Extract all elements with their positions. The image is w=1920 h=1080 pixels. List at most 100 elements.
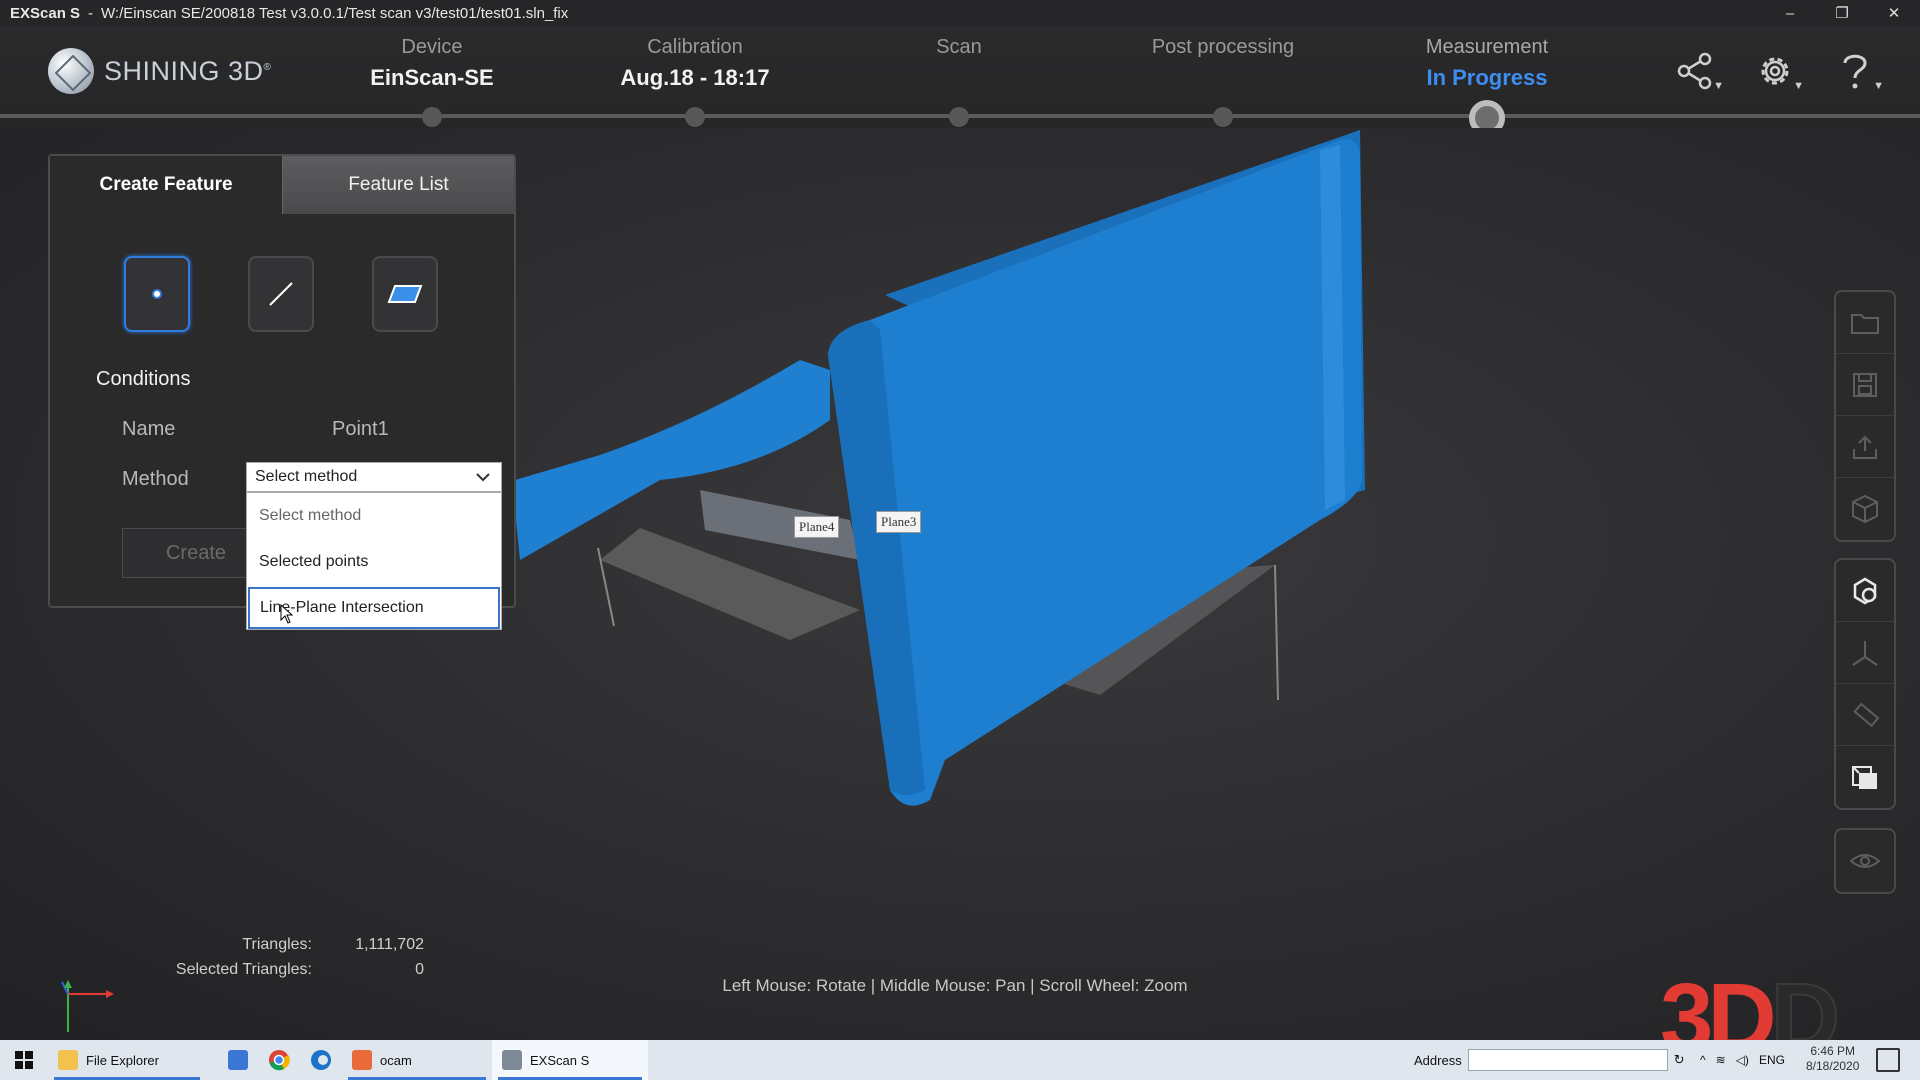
view-toolbar [1834, 558, 1896, 810]
workflow-steps: Device EinScan-SE Calibration Aug.18 - 1… [0, 26, 1920, 136]
network-icon[interactable]: ≋ [1716, 1053, 1726, 1067]
axes-icon[interactable] [1836, 622, 1894, 684]
step-dot [1213, 107, 1233, 127]
eye-icon[interactable] [1836, 830, 1894, 892]
step-dot [949, 107, 969, 127]
step-scan[interactable]: Scan [849, 36, 1069, 93]
address-label: Address [1414, 1052, 1462, 1068]
help-icon[interactable]: ▼ [1830, 48, 1884, 94]
window-file-path: W:/Einscan SE/200818 Test v3.0.0.1/Test … [101, 4, 569, 22]
address-input[interactable] [1467, 1049, 1668, 1071]
feature-tabs: Create Feature Feature List [50, 156, 514, 214]
restore-button[interactable]: ❐ [1816, 0, 1868, 26]
tab-create-feature[interactable]: Create Feature [50, 156, 282, 214]
file-toolbar [1834, 290, 1896, 542]
point-icon [152, 289, 162, 299]
exscan-icon [502, 1050, 522, 1070]
point-feature-button[interactable] [124, 256, 190, 332]
language-indicator[interactable]: ENG [1759, 1053, 1785, 1067]
windows-logo-icon [15, 1051, 33, 1069]
mouse-hint: Left Mouse: Rotate | Middle Mouse: Pan |… [722, 976, 1188, 995]
method-option[interactable]: Select method [247, 493, 501, 539]
header-icons: ▼ ▼ ▼ [1670, 48, 1884, 94]
taskbar-chrome[interactable] [258, 1040, 300, 1080]
window-controls: – ❐ ✕ [1764, 0, 1920, 26]
windows-start-button[interactable] [0, 1040, 48, 1080]
step-label: Measurement [1425, 36, 1549, 58]
method-option[interactable]: Selected points [247, 539, 501, 585]
step-label: Calibration [647, 36, 743, 58]
window-app-name: EXScan S [10, 4, 81, 22]
step-post-processing[interactable]: Post processing [1113, 36, 1333, 93]
tray-chevron-icon[interactable]: ^ [1700, 1053, 1706, 1067]
minimize-button[interactable]: – [1764, 0, 1816, 26]
step-label: Device [401, 36, 463, 58]
taskbar-label: ocam [380, 1052, 412, 1068]
clock-date: 8/18/2020 [1806, 1059, 1860, 1073]
plane-label: Plane4 [794, 516, 840, 538]
windows-taskbar: File Explorer ocam EXScan S Address ↻ ^ [0, 1040, 1920, 1080]
edge-icon [311, 1050, 331, 1070]
method-select-value: Select method [255, 468, 358, 485]
step-value [1113, 65, 1333, 93]
share-icon[interactable]: ▼ [1670, 48, 1724, 94]
select-icon[interactable] [1836, 560, 1894, 622]
taskbar-ocam[interactable]: ocam [342, 1040, 492, 1080]
title-bar: EXScan S - W:/Einscan SE/200818 Test v3.… [0, 0, 1920, 26]
line-icon [269, 282, 293, 306]
refresh-icon[interactable]: ↻ [1674, 1052, 1685, 1068]
conditions-heading: Conditions [96, 368, 191, 390]
taskbar-file-explorer[interactable]: File Explorer [48, 1040, 206, 1080]
step-dot [685, 107, 705, 127]
gear-icon[interactable]: ▼ [1750, 48, 1804, 94]
chevron-down-icon: ▼ [1713, 80, 1724, 92]
close-button[interactable]: ✕ [1868, 0, 1920, 26]
cube-icon[interactable] [1836, 478, 1894, 540]
workflow-header: SHINING 3D® Device EinScan-SE Calibratio… [0, 26, 1920, 136]
step-label: Post processing [1151, 36, 1295, 58]
step-calibration[interactable]: Calibration Aug.18 - 18:17 [585, 36, 805, 93]
address-toolbar: Address ↻ [1414, 1040, 1685, 1080]
plane-icon [387, 285, 423, 303]
export-icon[interactable] [1836, 416, 1894, 478]
name-value: Point1 [332, 418, 389, 440]
chevron-down-icon: ▼ [1873, 80, 1884, 92]
measure-icon[interactable] [1836, 684, 1894, 746]
line-feature-button[interactable] [248, 256, 314, 332]
support-line [1274, 564, 1279, 701]
title-separator: - [88, 4, 94, 22]
save-icon[interactable] [1836, 354, 1894, 416]
notification-icon[interactable] [1876, 1048, 1900, 1072]
mouse-cursor-icon [280, 604, 294, 624]
chevron-down-icon: ▼ [1793, 80, 1804, 92]
view-cube-icon[interactable] [1836, 746, 1894, 808]
step-value [849, 65, 1069, 93]
name-label: Name [122, 418, 176, 440]
taskbar-clock[interactable]: 6:46 PM 8/18/2020 [1806, 1044, 1859, 1074]
step-label: Scan [936, 36, 982, 58]
volume-icon[interactable]: ◁) [1736, 1053, 1749, 1067]
folder-icon[interactable] [1836, 292, 1894, 354]
ocam-icon [352, 1050, 372, 1070]
plane-feature-button[interactable] [372, 256, 438, 332]
method-select[interactable]: Select method [246, 462, 502, 492]
taskbar-exscan[interactable]: EXScan S [492, 1040, 648, 1080]
taskbar-label: File Explorer [86, 1052, 159, 1068]
step-device[interactable]: Device EinScan-SE [322, 36, 542, 93]
feature-type-selector [124, 256, 514, 332]
tab-feature-list[interactable]: Feature List [282, 156, 514, 214]
visibility-toolbar [1834, 828, 1896, 894]
plane-label: Plane3 [876, 511, 922, 533]
chevron-down-icon [476, 473, 490, 482]
method-label: Method [122, 468, 189, 490]
triangles-value: 1,111,702 [355, 936, 424, 953]
step-dot [422, 107, 442, 127]
taskbar-app[interactable] [218, 1040, 258, 1080]
clock-time: 6:46 PM [1810, 1044, 1856, 1058]
taskbar-edge[interactable] [300, 1040, 342, 1080]
exscan-window: EXScan S - W:/Einscan SE/200818 Test v3.… [0, 0, 1920, 1080]
triangles-label: Triangles: [242, 936, 312, 953]
step-measurement[interactable]: Measurement In Progress [1377, 36, 1597, 93]
axis-gizmo-icon [61, 980, 114, 1032]
step-value: EinScan-SE [370, 65, 494, 90]
